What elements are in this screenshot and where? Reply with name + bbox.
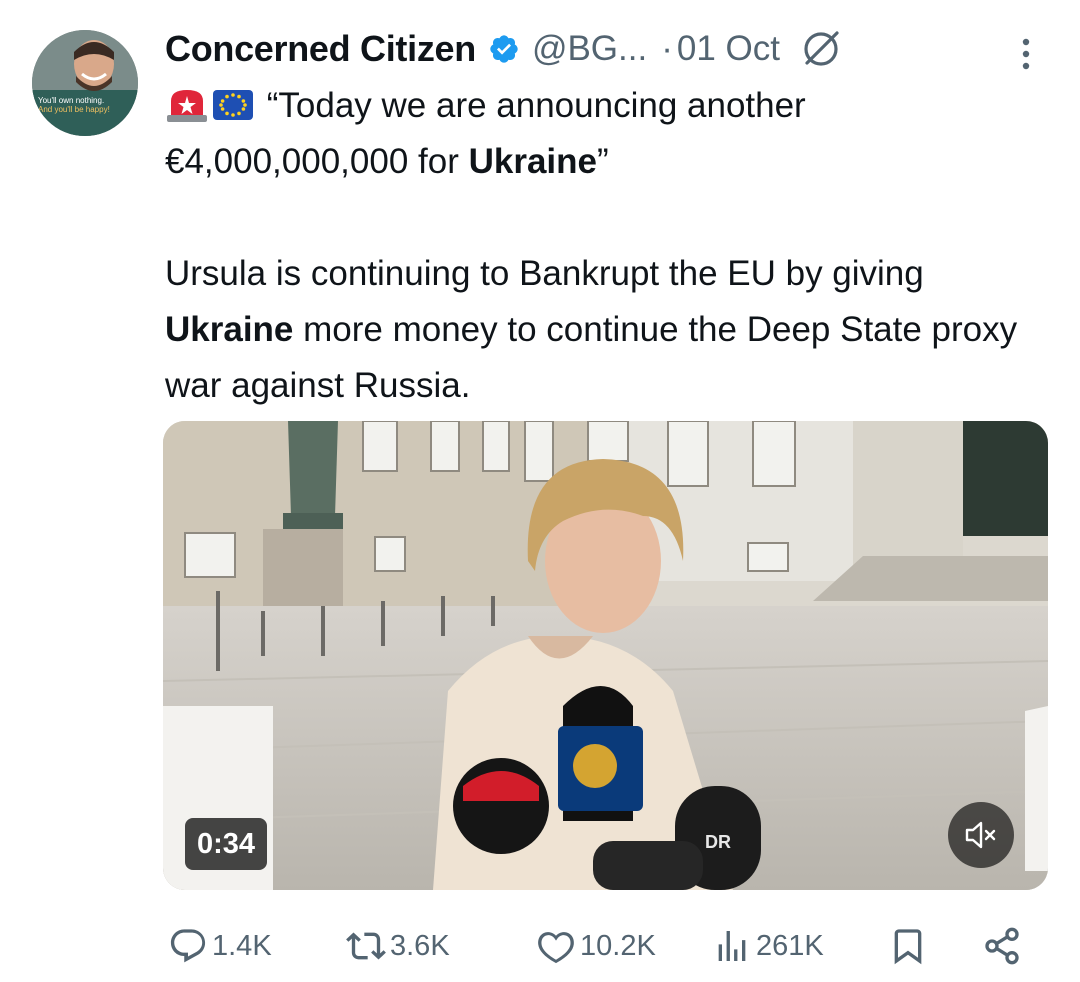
- tweet-paragraph-comment: Ursula is continuing to Bankrupt the EU …: [165, 254, 1018, 405]
- mute-button[interactable]: [948, 802, 1014, 868]
- reply-count: 1.4K: [212, 929, 272, 962]
- reply-button[interactable]: 1.4K: [168, 918, 272, 974]
- tweet-date[interactable]: 01 Oct: [677, 29, 780, 69]
- video-duration-badge: 0:34: [185, 818, 268, 870]
- verified-badge-icon: [490, 35, 518, 63]
- repost-icon: [346, 932, 386, 960]
- tweet-text: “Today we are announcing another €4,000,…: [165, 78, 1045, 414]
- tweet-header: Concerned Citizen @BG... · 01 Oct: [165, 24, 844, 74]
- views-count: 261K: [756, 929, 824, 962]
- reply-icon: [170, 929, 206, 963]
- like-button[interactable]: 10.2K: [536, 918, 656, 974]
- tweet-paragraph-quote: “Today we are announcing another €4,000,…: [165, 78, 1045, 190]
- views-chart-icon: [718, 931, 746, 961]
- author-handle[interactable]: @BG...: [532, 29, 647, 69]
- views-button[interactable]: 261K: [712, 918, 824, 974]
- tweet-action-bar: 1.4K 3.6K 10.2K 261K: [0, 918, 1080, 974]
- bookmark-button[interactable]: [888, 918, 932, 974]
- heart-icon: [538, 932, 574, 964]
- comment-bold-word: Ukraine: [165, 310, 294, 349]
- muted-speaker-icon: [965, 821, 996, 849]
- more-vertical-icon[interactable]: [1016, 34, 1036, 74]
- grok-icon[interactable]: [798, 26, 844, 72]
- avatar-photo: [32, 30, 138, 136]
- share-icon: [985, 927, 1019, 965]
- author-name[interactable]: Concerned Citizen: [165, 28, 476, 70]
- author-avatar[interactable]: You'll own nothing. And you'll be happy!: [32, 30, 138, 136]
- bookmark-icon: [894, 929, 922, 965]
- repost-count: 3.6K: [390, 929, 450, 962]
- share-button[interactable]: [982, 918, 1026, 974]
- video-player[interactable]: DR: [163, 421, 1048, 890]
- repost-button[interactable]: 3.6K: [346, 918, 450, 974]
- quote-close: ”: [597, 142, 609, 181]
- video-frame: DR: [163, 421, 1048, 890]
- avatar-caption: You'll own nothing. And you'll be happy!: [38, 96, 110, 114]
- separator-dot: ·: [661, 29, 673, 68]
- like-count: 10.2K: [580, 929, 656, 962]
- eu-flag-icon: [213, 90, 253, 120]
- quote-bold-word: Ukraine: [468, 142, 597, 181]
- siren-emoji-icon: [167, 90, 207, 122]
- mic-label-dr: DR: [705, 832, 731, 852]
